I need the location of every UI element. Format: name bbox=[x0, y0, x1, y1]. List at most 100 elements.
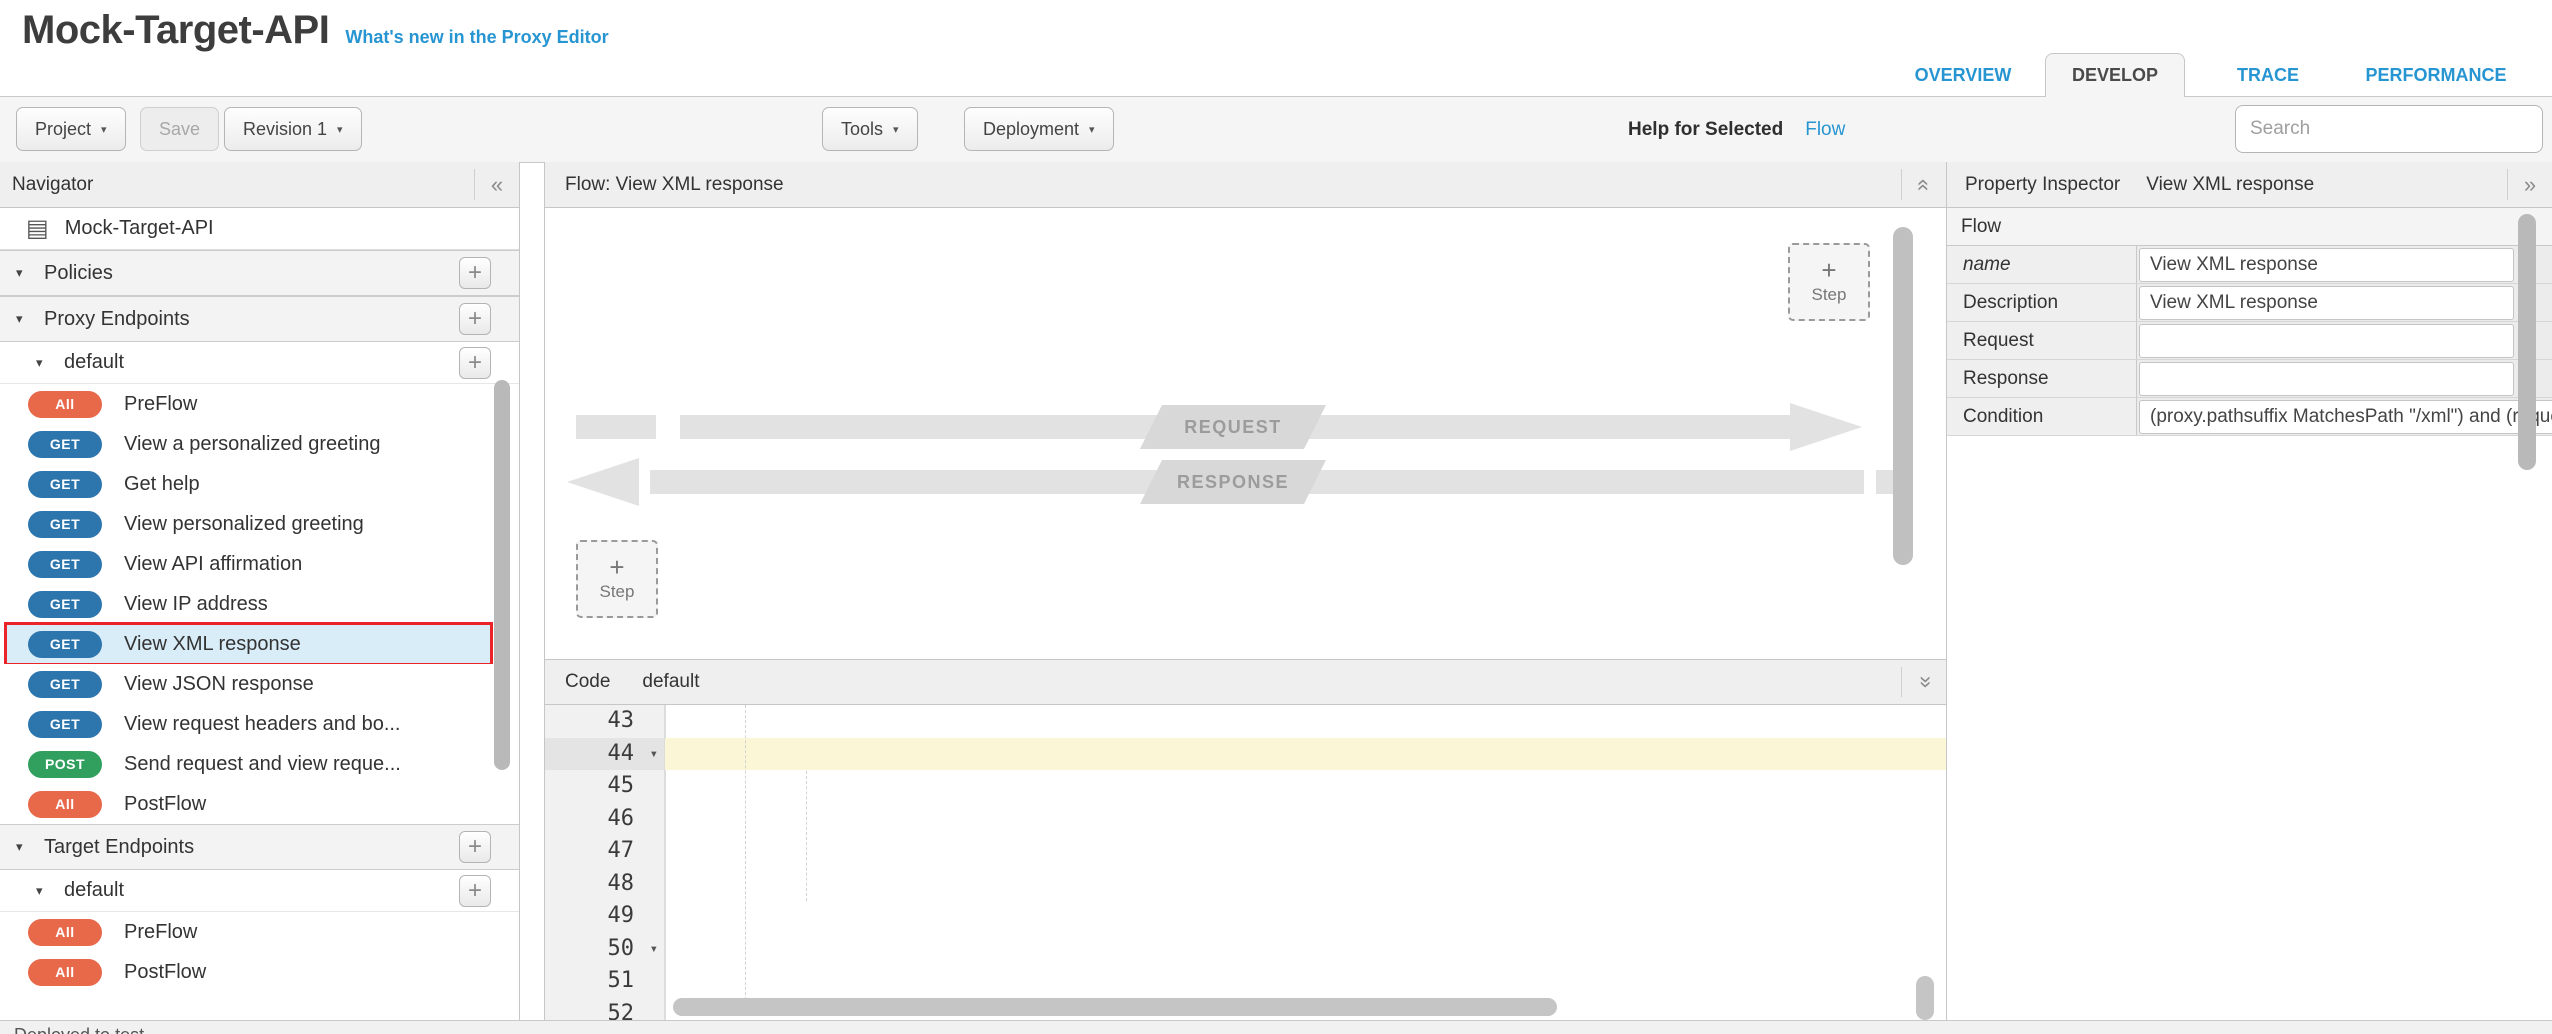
navigator-row[interactable]: GET View API affirmation bbox=[0, 544, 519, 584]
navigator-row-label: default bbox=[64, 351, 124, 374]
deployment-menu-button[interactable]: Deployment ▾ bbox=[964, 107, 1114, 151]
flow-panel-title: Flow: View XML response bbox=[565, 174, 784, 196]
navigator-row-label: PreFlow bbox=[124, 921, 197, 944]
code-line[interactable]: 47 <Response/> bbox=[545, 835, 1946, 868]
navigator-row-label: Get help bbox=[124, 473, 200, 496]
add-button[interactable]: + bbox=[459, 831, 491, 863]
caret-down-icon[interactable]: ▾ bbox=[16, 839, 30, 855]
code-line[interactable]: 45 <Description>View XML response</Descr… bbox=[545, 770, 1946, 803]
chevron-down-icon: ▾ bbox=[337, 123, 343, 136]
line-number: 44 bbox=[608, 741, 635, 766]
code-horizontal-scrollbar[interactable] bbox=[673, 998, 1557, 1016]
navigator-row[interactable]: All PostFlow bbox=[0, 952, 519, 992]
property-value-field[interactable]: (proxy.pathsuffix MatchesPath "/xml") an… bbox=[2139, 400, 2552, 434]
caret-down-icon[interactable]: ▾ bbox=[16, 311, 30, 327]
navigator-title: Navigator bbox=[12, 174, 93, 196]
add-button[interactable]: + bbox=[459, 347, 491, 379]
navigator-row[interactable]: POST Send request and view reque... bbox=[0, 744, 519, 784]
caret-down-icon[interactable]: ▾ bbox=[36, 355, 50, 371]
navigator-row[interactable]: All PreFlow bbox=[0, 912, 519, 952]
code-editor[interactable]: 43 </Flow> 44 ▾ <Flo bbox=[545, 705, 1946, 1020]
code-line[interactable]: 51 <Description>View JSON response</Desc… bbox=[545, 965, 1946, 998]
tools-menu-label: Tools bbox=[841, 119, 883, 140]
navigator-row[interactable]: GET View personalized greeting bbox=[0, 504, 519, 544]
code-line-content[interactable]: <Flow name="View XML response"> bbox=[665, 738, 1946, 771]
code-line[interactable]: 46 <Request/> bbox=[545, 803, 1946, 836]
navigator-row[interactable]: GET Get help bbox=[0, 464, 519, 504]
tab-develop[interactable]: DEVELOP bbox=[2045, 53, 2185, 97]
property-value-field[interactable]: View XML response bbox=[2139, 248, 2514, 282]
help-flow-link[interactable]: Flow bbox=[1805, 119, 1845, 141]
navigator-row[interactable]: ▾ Target Endpoints + bbox=[0, 824, 519, 870]
line-number: 45 bbox=[608, 773, 635, 798]
add-step-button-request[interactable]: + Step bbox=[576, 540, 658, 618]
add-button[interactable]: + bbox=[459, 875, 491, 907]
collapse-navigator-button[interactable]: « bbox=[474, 169, 519, 200]
flow-diagram-canvas[interactable]: + Step + Step REQUEST RESPONSE bbox=[545, 208, 1946, 659]
save-button[interactable]: Save bbox=[140, 107, 219, 151]
collapse-code-panel-button[interactable]: « bbox=[1901, 667, 1946, 697]
search-input[interactable] bbox=[2235, 105, 2543, 153]
code-line[interactable]: 49 </Flow> bbox=[545, 900, 1946, 933]
revision-menu-button[interactable]: Revision 1 ▾ bbox=[224, 107, 362, 151]
code-line-content[interactable]: <Condition>(proxy.pathsuffix MatchesPath… bbox=[665, 868, 1946, 901]
property-label: Response bbox=[1947, 360, 2137, 397]
fold-arrow-icon[interactable]: ▾ bbox=[650, 738, 658, 771]
collapse-flow-panel-button[interactable]: « bbox=[1901, 169, 1946, 200]
property-value-field[interactable] bbox=[2139, 362, 2514, 396]
navigator-row[interactable]: GET View XML response bbox=[0, 624, 519, 664]
help-wrap: Help for Selected Flow bbox=[1628, 97, 1845, 162]
navigator-tree: ▤ Mock-Target-API ▾ Policies + ▾ bbox=[0, 208, 519, 1014]
navigator-row[interactable]: ▾ Proxy Endpoints + bbox=[0, 296, 519, 342]
code-line-content[interactable]: <Response/> bbox=[665, 835, 1946, 868]
add-button[interactable]: + bbox=[459, 303, 491, 335]
code-line[interactable]: 48 <Condition>(proxy.pathsuffix MatchesP… bbox=[545, 868, 1946, 901]
flow-editor-panel: Flow: View XML response « + Step + Step … bbox=[544, 162, 1947, 1020]
flow-canvas-scrollbar[interactable] bbox=[1893, 227, 1913, 565]
code-line[interactable]: 44 ▾ <Flow name="View XML response"> bbox=[545, 738, 1946, 771]
line-number-cell: 50 ▾ bbox=[545, 933, 665, 966]
inspector-scrollbar[interactable] bbox=[2518, 214, 2536, 470]
navigator-row[interactable]: GET View request headers and bo... bbox=[0, 704, 519, 744]
navigator-row[interactable]: GET View a personalized greeting bbox=[0, 424, 519, 464]
line-number-cell: 47 bbox=[545, 835, 665, 868]
navigator-row[interactable]: ▾ default + bbox=[0, 870, 519, 912]
code-line-content[interactable]: <Description>View XML response</Descript… bbox=[665, 770, 1946, 803]
code-line[interactable]: 50 ▾ <Flow name="View JSON response"> bbox=[545, 933, 1946, 966]
plus-icon: + bbox=[609, 556, 624, 578]
code-line[interactable]: 43 </Flow> bbox=[545, 705, 1946, 738]
code-line-content[interactable]: <Flow name="View JSON response"> bbox=[665, 933, 1946, 966]
caret-down-icon[interactable]: ▾ bbox=[36, 883, 50, 899]
navigator-row[interactable]: ▾ Policies + bbox=[0, 250, 519, 296]
method-badge: All bbox=[28, 391, 102, 418]
code-line-content[interactable]: </Flow> bbox=[665, 705, 1946, 738]
add-button[interactable]: + bbox=[459, 257, 491, 289]
expand-inspector-button[interactable]: » bbox=[2507, 169, 2552, 200]
property-value-field[interactable] bbox=[2139, 324, 2514, 358]
line-number-cell: 49 bbox=[545, 900, 665, 933]
property-row: Response bbox=[1947, 360, 2552, 398]
property-value-field[interactable]: View XML response bbox=[2139, 286, 2514, 320]
code-vertical-scrollbar[interactable] bbox=[1916, 976, 1934, 1020]
navigator-row[interactable]: ▾ default + bbox=[0, 342, 519, 384]
line-number-cell: 44 ▾ bbox=[545, 738, 665, 771]
navigator-row[interactable]: GET View JSON response bbox=[0, 664, 519, 704]
fold-arrow-icon[interactable]: ▾ bbox=[650, 933, 658, 966]
navigator-row[interactable]: ▤ Mock-Target-API bbox=[0, 208, 519, 250]
navigator-scrollbar[interactable] bbox=[494, 380, 510, 770]
tools-menu-button[interactable]: Tools ▾ bbox=[822, 107, 918, 151]
code-line-content[interactable]: </Flow> bbox=[665, 900, 1946, 933]
tab-overview[interactable]: OVERVIEW bbox=[1898, 54, 2028, 96]
navigator-row[interactable]: All PreFlow bbox=[0, 384, 519, 424]
navigator-row[interactable]: All PostFlow bbox=[0, 784, 519, 824]
tab-performance[interactable]: PERFORMANCE bbox=[2350, 54, 2522, 96]
add-step-button-response[interactable]: + Step bbox=[1788, 243, 1870, 321]
code-line-content[interactable]: <Description>View JSON response</Descrip… bbox=[665, 965, 1946, 998]
project-menu-label: Project bbox=[35, 119, 91, 140]
caret-down-icon[interactable]: ▾ bbox=[16, 265, 30, 281]
whats-new-link[interactable]: What's new in the Proxy Editor bbox=[345, 27, 608, 48]
navigator-row[interactable]: GET View IP address bbox=[0, 584, 519, 624]
code-line-content[interactable]: <Request/> bbox=[665, 803, 1946, 836]
project-menu-button[interactable]: Project ▾ bbox=[16, 107, 126, 151]
tab-trace[interactable]: TRACE bbox=[2228, 54, 2308, 96]
